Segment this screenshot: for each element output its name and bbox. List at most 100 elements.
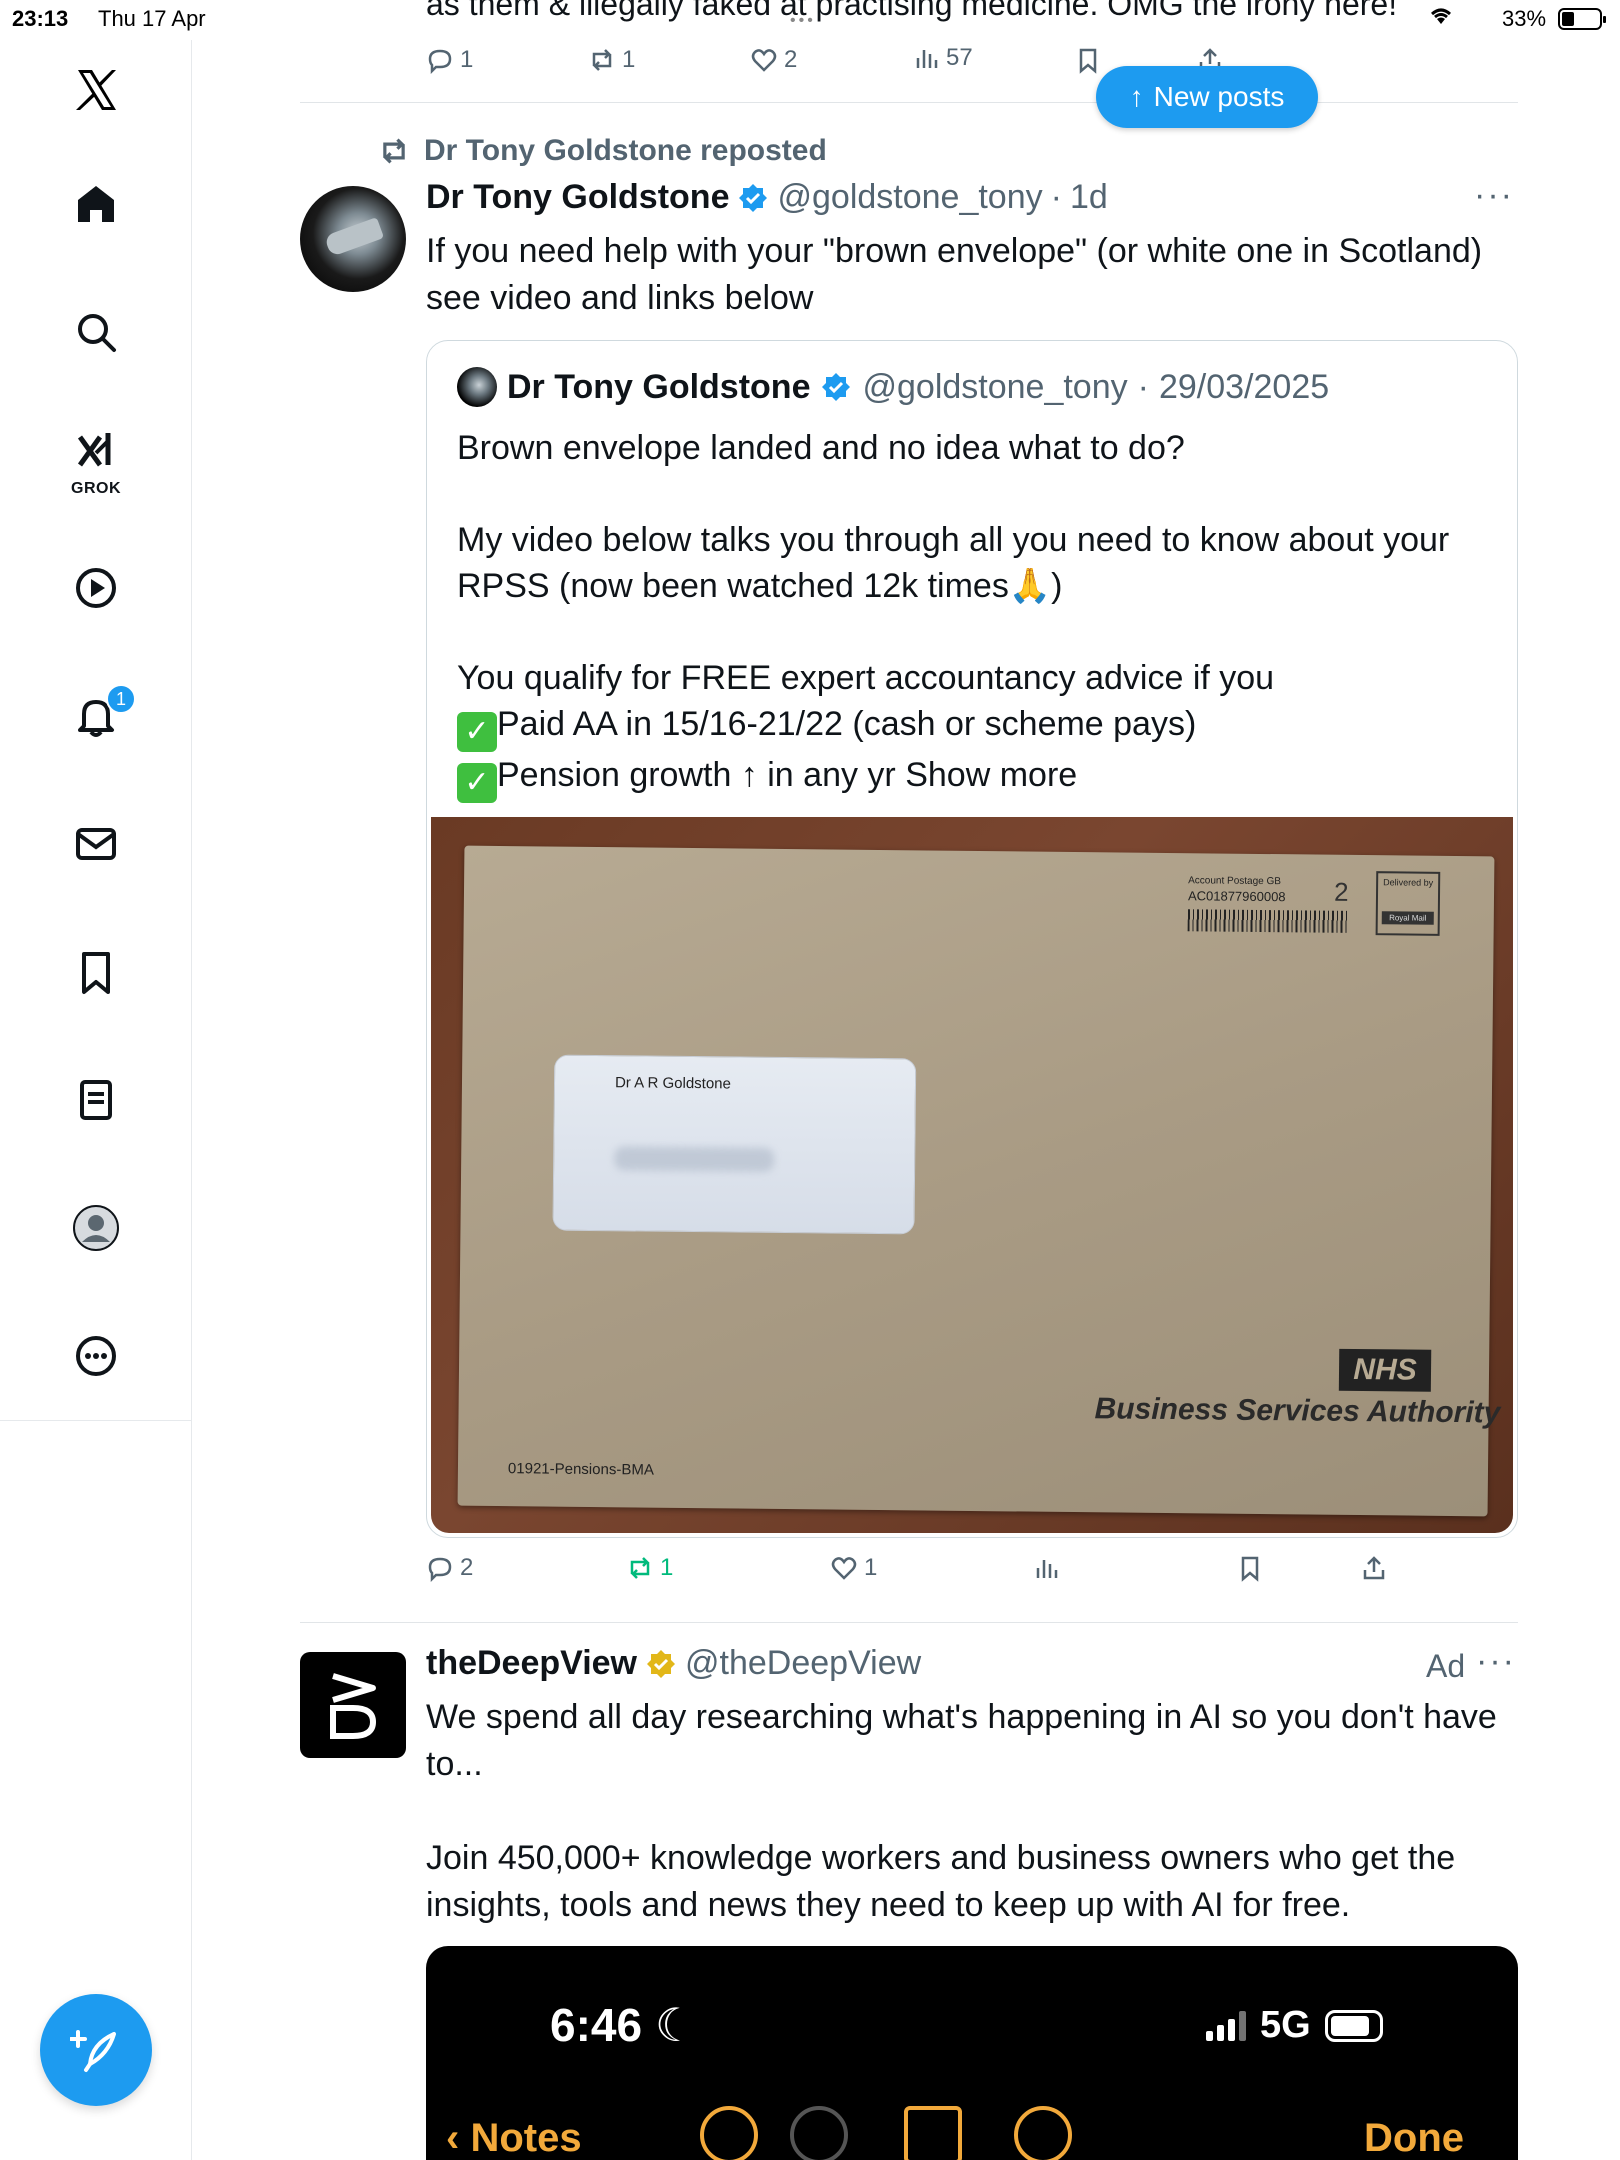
- ad-author-name[interactable]: theDeepView: [426, 1644, 637, 1683]
- bookmark-icon: [1079, 48, 1097, 74]
- quoted-author-name: Dr Tony Goldstone: [507, 367, 811, 406]
- repost-by-label: Dr Tony Goldstone reposted: [424, 134, 827, 167]
- status-date: Thu 17 Apr: [98, 6, 206, 31]
- heart-icon: [751, 49, 777, 72]
- verified-gold-badge-icon: [647, 1649, 676, 1678]
- repost-icon: [383, 138, 405, 164]
- profile-icon[interactable]: [56, 1188, 136, 1268]
- separator-dot: ·: [1137, 367, 1149, 406]
- postage-class: 2: [1333, 876, 1349, 907]
- notifications-icon[interactable]: 1: [56, 676, 136, 756]
- reply-count: 2: [460, 1554, 474, 1581]
- repost-indicator[interactable]: Dr Tony Goldstone reposted: [378, 134, 827, 168]
- bookmarks-icon[interactable]: [56, 932, 136, 1012]
- post-time[interactable]: 1d: [1070, 178, 1108, 217]
- repost-button[interactable]: 1: [626, 1554, 673, 1582]
- views-icon: [916, 50, 938, 68]
- messages-icon[interactable]: [56, 804, 136, 884]
- avatar[interactable]: [300, 186, 406, 292]
- postage-label: Account Postage GB: [1188, 875, 1282, 888]
- deepview-logo-icon: [330, 1673, 377, 1739]
- views-button[interactable]: [1032, 1554, 1060, 1582]
- quote-line: Pension growth ↑ in any yr: [497, 756, 896, 794]
- like-button[interactable]: 2: [750, 46, 797, 74]
- grok-label: GROK: [71, 480, 121, 497]
- redo-icon: [790, 2106, 848, 2160]
- quote-line: Brown envelope landed and no idea what t…: [457, 429, 1185, 467]
- check-mark-icon: ✓: [457, 712, 497, 752]
- verified-badge-icon: [739, 183, 768, 212]
- undo-icon: [700, 2106, 758, 2160]
- check-mark-icon: ✓: [457, 763, 497, 803]
- new-posts-label: New posts: [1153, 81, 1285, 112]
- share-icon: [904, 2106, 962, 2160]
- quoted-author-handle: @goldstone_tony: [862, 367, 1128, 406]
- quoted-post-date: 29/03/2025: [1158, 367, 1330, 406]
- quote-line: You qualify for FREE expert accountancy …: [457, 659, 1275, 697]
- x-logo-icon[interactable]: [56, 50, 136, 130]
- previous-post-text: as them & illegally faked at practising …: [426, 0, 1398, 22]
- post-image[interactable]: Account Postage GB AC01877960008 2 Deliv…: [431, 817, 1513, 1533]
- reply-button[interactable]: 2: [426, 1554, 473, 1582]
- heart-icon: [831, 1557, 857, 1580]
- envelope: Account Postage GB AC01877960008 2 Deliv…: [457, 845, 1500, 1517]
- compose-button[interactable]: [40, 1994, 152, 2106]
- search-icon[interactable]: [56, 292, 136, 372]
- lists-icon[interactable]: [56, 1060, 136, 1140]
- reply-button[interactable]: 1: [426, 46, 473, 74]
- post-actions: 2 1 1: [426, 1554, 1526, 1594]
- divider: [300, 102, 1518, 103]
- more-options-icon[interactable]: ···: [1474, 176, 1514, 215]
- show-more-link[interactable]: Show more: [905, 756, 1077, 794]
- post-header: Dr Tony Goldstone @goldstone_tony · 1d: [426, 178, 1108, 217]
- royal-mail: Royal Mail: [1381, 911, 1434, 925]
- video-icon[interactable]: [56, 548, 136, 628]
- avatar: [457, 367, 497, 407]
- bookmark-button[interactable]: [1074, 46, 1102, 74]
- more-options-icon[interactable]: ···: [1476, 1642, 1516, 1681]
- battery-icon: [1558, 8, 1606, 30]
- like-count: 2: [784, 46, 798, 73]
- compose-icon: [70, 2030, 116, 2072]
- avatar[interactable]: [300, 1652, 406, 1758]
- views-button[interactable]: 57: [912, 44, 973, 72]
- repost-count: 1: [622, 46, 636, 73]
- home-icon[interactable]: [56, 164, 136, 244]
- quoted-post-header: Dr Tony Goldstone @goldstone_tony · 29/0…: [457, 367, 1329, 407]
- share-icon: [1363, 1556, 1385, 1580]
- new-posts-button[interactable]: ↑ New posts: [1096, 66, 1318, 128]
- addressee: Dr A R Goldstone: [614, 1074, 731, 1093]
- chevron-left-icon: ‹: [446, 2116, 460, 2160]
- barcode: [1187, 909, 1348, 933]
- verified-badge-icon: [822, 373, 851, 401]
- arrow-up-icon: ↑: [1129, 81, 1144, 112]
- ad-author-handle[interactable]: @theDeepView: [685, 1644, 921, 1683]
- ad-text: We spend all day researching what's happ…: [426, 1698, 1497, 1924]
- blurred-address: [614, 1146, 775, 1172]
- repost-count: 1: [660, 1554, 674, 1581]
- more-icon[interactable]: [56, 1316, 136, 1396]
- separator-dot: ·: [1050, 178, 1062, 216]
- previous-post-actions: 1 1 2 57: [426, 44, 1526, 86]
- like-button[interactable]: 1: [830, 1554, 877, 1582]
- grok-icon[interactable]: GROK: [56, 420, 136, 500]
- ad-media[interactable]: 6:46 ☾ 5G ‹ Notes Done: [426, 1946, 1518, 2160]
- delivered-by: Delivered by: [1383, 877, 1434, 888]
- ad-label: Ad: [1426, 1648, 1466, 1684]
- network-label: 5G: [1260, 2004, 1311, 2046]
- media-time: 6:46 ☾: [550, 1998, 696, 2052]
- royal-mail-mark: Delivered by Royal Mail: [1375, 871, 1441, 936]
- repost-button[interactable]: 1: [588, 46, 635, 74]
- share-button[interactable]: [1360, 1554, 1388, 1582]
- quoted-post[interactable]: Dr Tony Goldstone @goldstone_tony · 29/0…: [426, 340, 1518, 1538]
- more-icon: [1014, 2106, 1072, 2160]
- author-handle[interactable]: @goldstone_tony: [777, 178, 1042, 217]
- author-name[interactable]: Dr Tony Goldstone: [426, 178, 729, 217]
- quote-line: My video below talks you through all you…: [457, 521, 1450, 605]
- bookmark-button[interactable]: [1236, 1554, 1264, 1582]
- reply-icon: [428, 1557, 452, 1582]
- view-count: 57: [946, 44, 973, 71]
- moon-icon: ☾: [654, 1999, 697, 2051]
- like-count: 1: [864, 1554, 878, 1581]
- status-time: 23:13: [12, 6, 69, 31]
